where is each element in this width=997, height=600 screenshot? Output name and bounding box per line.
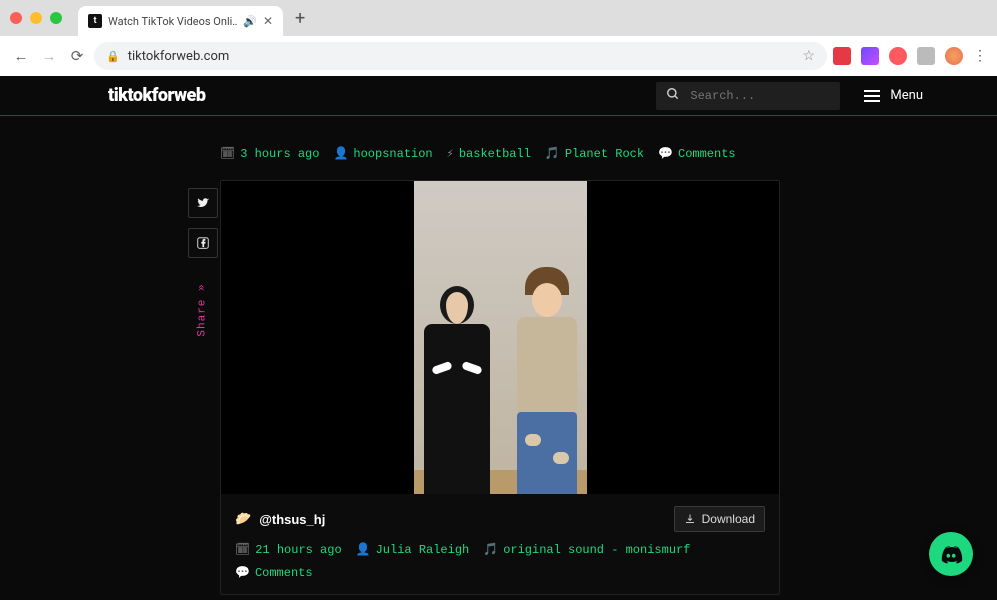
calendar-icon: 🗓 bbox=[235, 542, 250, 557]
comment-icon: 💬 bbox=[658, 146, 673, 161]
extension-icon[interactable] bbox=[889, 47, 907, 65]
twitter-icon bbox=[196, 196, 210, 210]
extension-icon[interactable] bbox=[861, 47, 879, 65]
menu-button[interactable]: Menu bbox=[864, 88, 923, 103]
new-tab-button[interactable]: + bbox=[295, 8, 305, 29]
download-button[interactable]: Download bbox=[674, 506, 765, 532]
handle-emoji-icon: 🥟 bbox=[235, 511, 251, 527]
post-sound-link[interactable]: original sound - monismurf bbox=[503, 543, 690, 557]
bookmark-icon[interactable]: ☆ bbox=[802, 48, 815, 64]
reload-button[interactable]: ⟳ bbox=[66, 45, 88, 67]
extension-icon[interactable] bbox=[833, 47, 851, 65]
address-bar: ← → ⟳ 🔒 tiktokforweb.com ☆ ⋮ bbox=[0, 36, 997, 76]
window-close-icon[interactable] bbox=[10, 12, 22, 24]
facebook-icon bbox=[196, 236, 210, 250]
discord-fab[interactable] bbox=[929, 532, 973, 576]
prev-time: 3 hours ago bbox=[240, 147, 319, 161]
post-card: 🥟 @thsus_hj Download 🗓 21 hours ago 👤 Juli… bbox=[220, 180, 780, 595]
music-icon: 🎵 bbox=[483, 542, 498, 557]
hamburger-icon bbox=[864, 90, 880, 102]
window-minimize-icon[interactable] bbox=[30, 12, 42, 24]
music-icon: 🎵 bbox=[545, 146, 560, 161]
post-meta: 🥟 @thsus_hj Download 🗓 21 hours ago 👤 Juli… bbox=[221, 494, 779, 594]
prev-sound-link[interactable]: Planet Rock bbox=[565, 147, 644, 161]
post-comments-link[interactable]: Comments bbox=[255, 566, 313, 580]
user-icon: 👤 bbox=[333, 146, 348, 161]
post-handle[interactable]: 🥟 @thsus_hj bbox=[235, 511, 325, 527]
search-input[interactable] bbox=[690, 89, 830, 103]
handle-text: @thsus_hj bbox=[259, 512, 325, 527]
browser-tab[interactable]: t Watch TikTok Videos Onli… 🔊 ✕ bbox=[78, 6, 283, 36]
extension-icons: ⋮ bbox=[833, 47, 987, 65]
share-label: Share » bbox=[197, 283, 209, 336]
tag-icon: ⚡ bbox=[447, 146, 454, 161]
site-header: tiktokforweb Menu bbox=[0, 76, 997, 116]
favicon-icon: t bbox=[88, 14, 102, 28]
comment-icon: 💬 bbox=[235, 565, 250, 580]
search-box[interactable] bbox=[656, 82, 840, 110]
prev-tag-link[interactable]: basketball bbox=[459, 147, 531, 161]
calendar-icon: 🗓 bbox=[220, 146, 235, 161]
user-icon: 👤 bbox=[356, 542, 371, 557]
tab-audio-icon[interactable]: 🔊 bbox=[243, 15, 257, 28]
video-still bbox=[414, 181, 587, 494]
tab-close-icon[interactable]: ✕ bbox=[263, 14, 273, 28]
post-time: 21 hours ago bbox=[255, 543, 341, 557]
download-icon bbox=[684, 513, 696, 525]
video-player[interactable] bbox=[221, 181, 779, 494]
forward-button[interactable]: → bbox=[38, 45, 60, 67]
url-field[interactable]: 🔒 tiktokforweb.com ☆ bbox=[94, 42, 827, 70]
download-label: Download bbox=[702, 512, 755, 526]
window-maximize-icon[interactable] bbox=[50, 12, 62, 24]
share-facebook-button[interactable] bbox=[188, 228, 218, 258]
prev-post-meta: 🗓 3 hours ago 👤 hoopsnation ⚡ basketball 🎵 P… bbox=[220, 146, 777, 161]
discord-icon bbox=[939, 542, 963, 566]
browser-menu-icon[interactable]: ⋮ bbox=[973, 48, 987, 64]
post-user-link[interactable]: Julia Raleigh bbox=[376, 543, 470, 557]
profile-avatar-icon[interactable] bbox=[945, 47, 963, 65]
url-text: tiktokforweb.com bbox=[128, 49, 230, 64]
lock-icon: 🔒 bbox=[106, 50, 120, 63]
tab-title: Watch TikTok Videos Onli… bbox=[108, 15, 237, 28]
tab-bar: t Watch TikTok Videos Onli… 🔊 ✕ + bbox=[0, 0, 997, 36]
window-controls bbox=[10, 12, 62, 24]
prev-user-link[interactable]: hoopsnation bbox=[353, 147, 432, 161]
share-twitter-button[interactable] bbox=[188, 188, 218, 218]
brand-logo[interactable]: tiktokforweb bbox=[108, 85, 206, 106]
site-body: tiktokforweb Menu 🗓 3 hours ago 👤 hoopsnat… bbox=[0, 76, 997, 600]
prev-comments-link[interactable]: Comments bbox=[678, 147, 736, 161]
extension-icon[interactable] bbox=[917, 47, 935, 65]
browser-chrome: t Watch TikTok Videos Onli… 🔊 ✕ + ← → ⟳ … bbox=[0, 0, 997, 76]
search-icon bbox=[666, 87, 680, 105]
back-button[interactable]: ← bbox=[10, 45, 32, 67]
menu-label: Menu bbox=[890, 88, 923, 103]
